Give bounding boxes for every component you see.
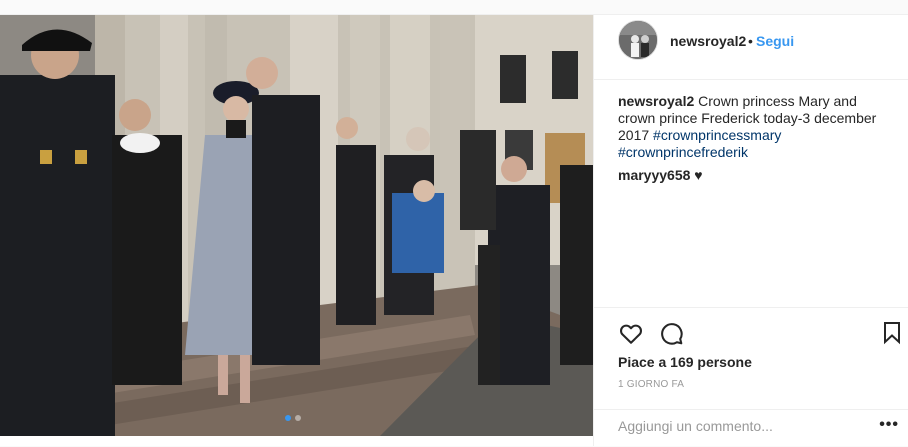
- comment-username[interactable]: maryyy658: [618, 167, 690, 183]
- post-header: newsroyal2 • Segui: [594, 15, 908, 80]
- likes-count[interactable]: Piace a 169 persone: [618, 354, 752, 370]
- bookmark-icon[interactable]: [882, 320, 902, 346]
- header-separator: •: [748, 33, 753, 49]
- post-side-panel: newsroyal2 • Segui newsroyal2 Crown prin…: [593, 15, 908, 446]
- comment-icon-graphic: [661, 323, 683, 345]
- avatar-image: [619, 21, 657, 59]
- follow-button[interactable]: Segui: [756, 33, 794, 49]
- bookmark-icon-graphic: [884, 322, 900, 345]
- comment-text: ♥: [690, 167, 703, 183]
- carousel-dot[interactable]: [295, 415, 301, 421]
- post-author-username[interactable]: newsroyal2: [670, 33, 746, 49]
- comment-item: maryyy658 ♥: [618, 167, 888, 184]
- carousel-dot[interactable]: [285, 415, 291, 421]
- more-options-button[interactable]: •••: [879, 416, 899, 434]
- add-comment-bar: Aggiungi un commento... •••: [594, 409, 908, 447]
- instagram-post: newsroyal2 • Segui newsroyal2 Crown prin…: [0, 14, 908, 446]
- hashtag-link[interactable]: #crownprincefrederik: [618, 144, 748, 160]
- post-caption: newsroyal2 Crown princess Mary and crown…: [618, 93, 888, 161]
- heart-icon-graphic: [620, 324, 642, 344]
- comment-icon[interactable]: [658, 320, 684, 346]
- photo-scene: [0, 15, 593, 436]
- post-timestamp[interactable]: 1 GIORNO FA: [618, 379, 684, 390]
- carousel-indicator: [285, 415, 301, 421]
- heart-icon[interactable]: [618, 320, 644, 346]
- hashtag-link[interactable]: #crownprincessmary: [653, 127, 781, 143]
- post-photo[interactable]: [0, 15, 593, 436]
- comment-input[interactable]: Aggiungi un commento...: [618, 418, 773, 434]
- avatar[interactable]: [618, 20, 658, 60]
- caption-username[interactable]: newsroyal2: [618, 93, 694, 109]
- comments-section: newsroyal2 Crown princess Mary and crown…: [618, 93, 888, 184]
